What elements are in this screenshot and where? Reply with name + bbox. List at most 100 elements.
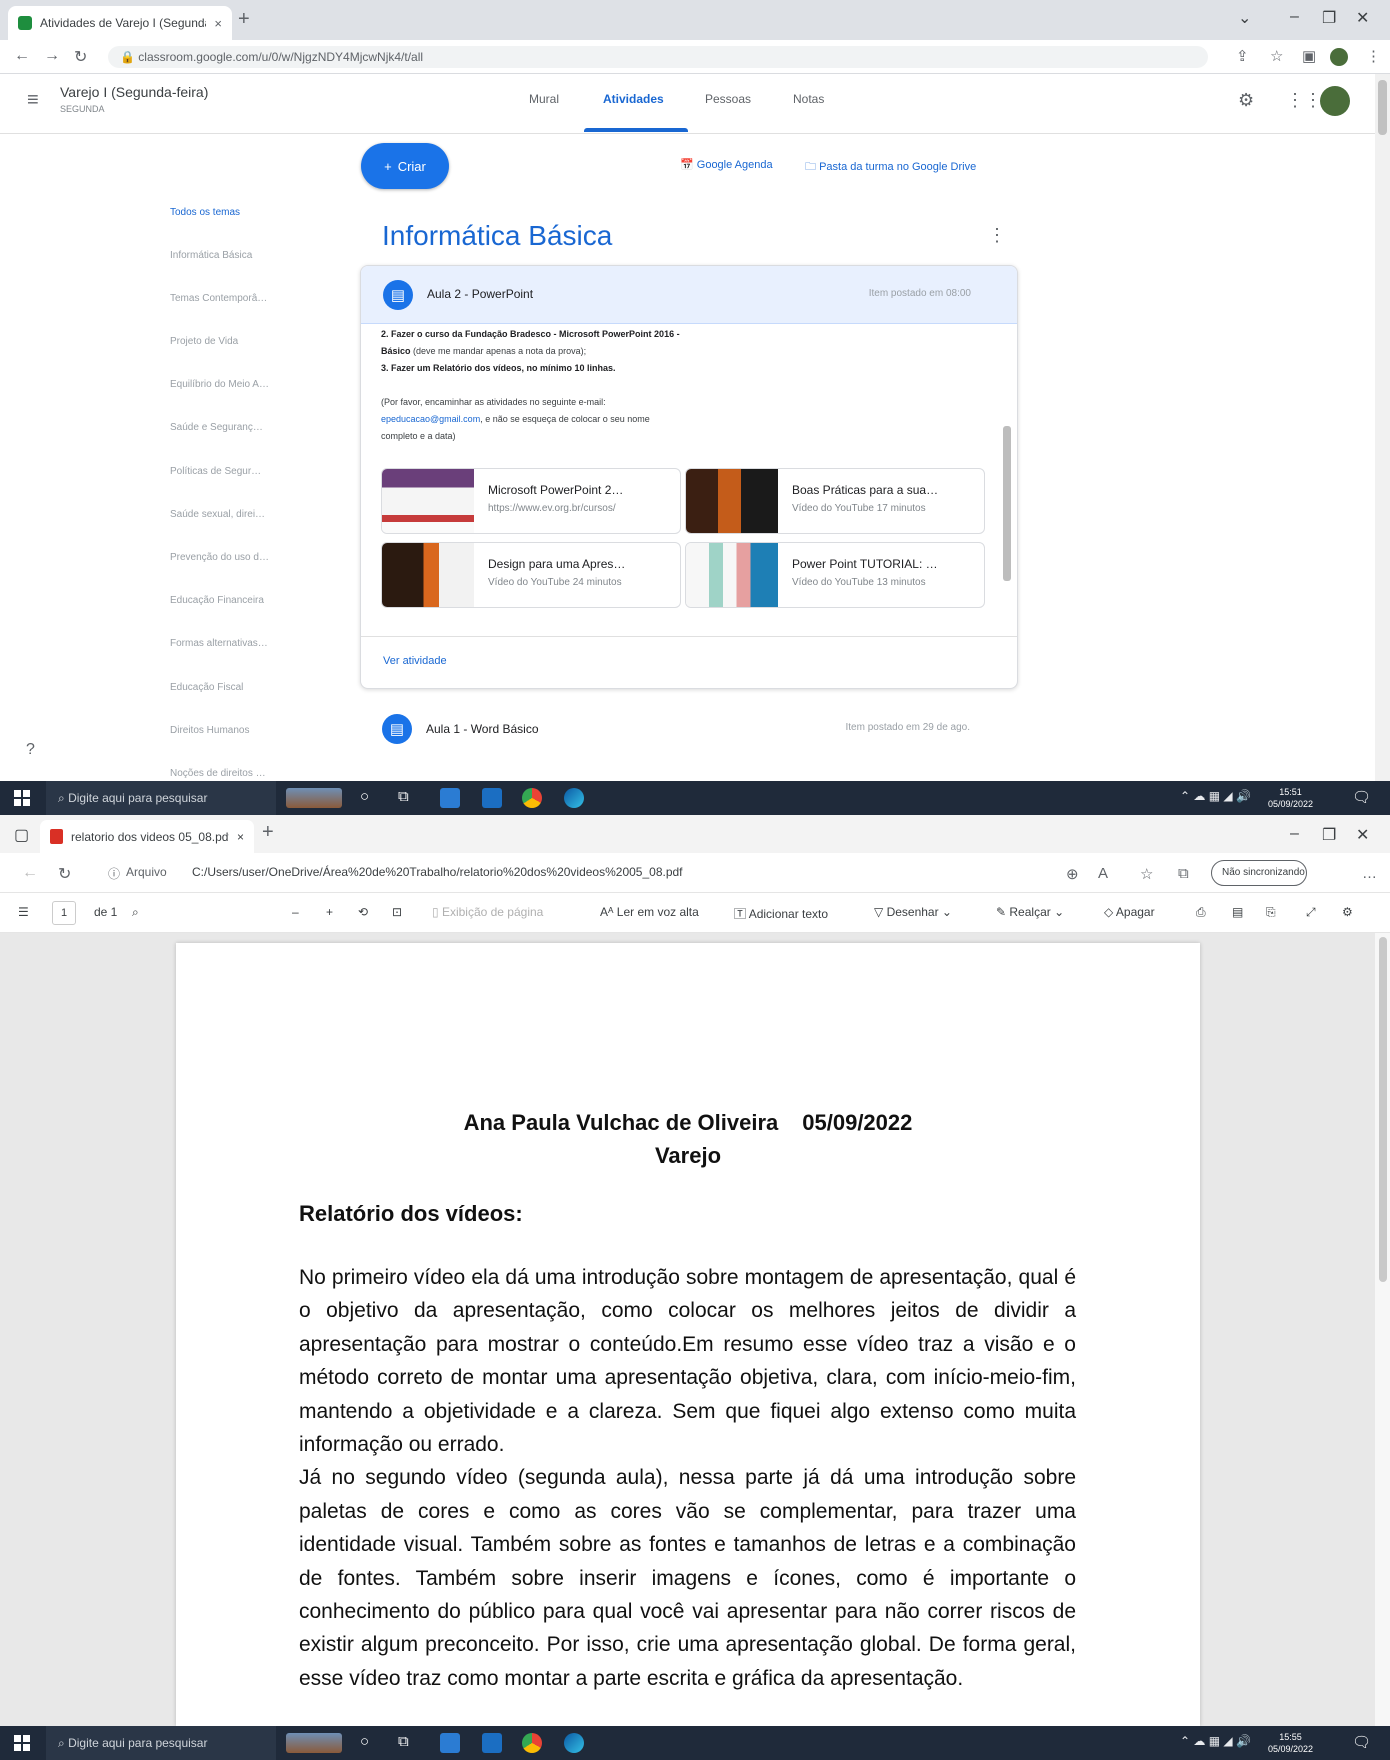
help-icon[interactable]: ? [26, 741, 35, 759]
page-scrollbar[interactable] [1375, 74, 1390, 781]
sidebar-item[interactable]: Informática Básica [170, 250, 252, 261]
description-scrollbar-thumb[interactable] [1003, 426, 1011, 581]
sidebar-item[interactable]: Políticas de Segur… [170, 466, 261, 477]
close-tab-icon[interactable]: × [237, 830, 244, 844]
sidebar-item[interactable]: Formas alternativas… [170, 638, 268, 649]
restore-icon[interactable]: ❐ [1322, 825, 1336, 845]
window-close-icon[interactable]: ✕ [1356, 8, 1369, 28]
new-tab-button[interactable]: + [262, 822, 274, 842]
find-icon[interactable]: ⌕ [132, 905, 139, 920]
task-view-icon[interactable]: ⧉ [398, 1733, 409, 1750]
favorites-star-icon[interactable]: ☆ [1140, 865, 1153, 883]
back-icon[interactable]: ← [14, 47, 30, 65]
file-explorer-icon[interactable] [440, 1733, 460, 1753]
drive-folder-link[interactable]: 🗀 Pasta da turma no Google Drive [805, 158, 976, 177]
read-aloud-button[interactable]: Aᴬ Ler em voz alta [600, 905, 699, 919]
zoom-out-icon[interactable]: – [292, 905, 299, 919]
taskbar-widget-icon[interactable] [286, 1733, 342, 1753]
sidebar-item[interactable]: Saúde e Seguranç… [170, 422, 263, 433]
taskbar-clock[interactable]: 15:51 05/09/2022 [1268, 786, 1313, 810]
notifications-icon[interactable]: 🗨 [1352, 1733, 1371, 1751]
print-icon[interactable]: ⎙ [1196, 905, 1206, 920]
new-tab-button[interactable]: + [238, 9, 250, 29]
edge-taskbar-icon[interactable] [564, 788, 584, 808]
create-button[interactable]: + Criar [361, 143, 449, 189]
sidebar-item[interactable]: Saúde sexual, direi… [170, 509, 265, 520]
tab-pessoas[interactable]: Pessoas [705, 92, 751, 106]
forward-icon[interactable]: → [44, 47, 60, 65]
email-link[interactable]: epeducacao@gmail.com [381, 414, 480, 424]
sidebar-item-all-topics[interactable]: Todos os temas [170, 207, 240, 218]
zoom-icon[interactable]: ⊕ [1066, 865, 1079, 883]
file-explorer-icon[interactable] [440, 788, 460, 808]
edge-taskbar-icon[interactable] [564, 1733, 584, 1753]
class-name[interactable]: Varejo I (Segunda-feira) [60, 84, 208, 100]
sidebar-item[interactable]: Prevenção do uso d… [170, 552, 269, 563]
windows-start-icon[interactable] [14, 790, 30, 806]
add-text-button[interactable]: 🅃 Adicionar texto [734, 905, 828, 922]
settings-more-icon[interactable]: … [1362, 865, 1377, 882]
attachment-video[interactable]: Power Point TUTORIAL: … Vídeo do YouTube… [685, 542, 985, 608]
task-view-icon[interactable]: ⧉ [398, 788, 409, 805]
profile-avatar[interactable] [1330, 48, 1348, 66]
browser-tab-classroom[interactable]: Atividades de Varejo I (Segunda … × [8, 6, 232, 40]
reload-icon[interactable]: ↻ [74, 47, 87, 67]
page-scrollbar-thumb[interactable] [1378, 80, 1387, 135]
attachment-link[interactable]: Microsoft PowerPoint 2… https://www.ev.o… [381, 468, 681, 534]
windows-start-icon[interactable] [14, 1735, 30, 1751]
tab-search-icon[interactable]: ⌄ [1238, 8, 1251, 28]
store-icon[interactable] [482, 788, 502, 808]
page-number-input[interactable]: 1 [52, 901, 76, 925]
close-tab-icon[interactable]: × [214, 16, 222, 31]
settings-gear-icon[interactable]: ⚙ [1238, 90, 1254, 111]
hamburger-menu-icon[interactable]: ≡ [27, 89, 39, 112]
sidebar-item[interactable]: Noções de direitos … [170, 768, 266, 779]
share-icon[interactable]: ⇪ [1236, 47, 1249, 65]
page-view-button[interactable]: ▯ Exibição de página [432, 905, 543, 919]
save-icon[interactable]: ▤ [1232, 905, 1243, 919]
taskbar-clock[interactable]: 15:55 05/09/2022 [1268, 1731, 1313, 1755]
tab-notas[interactable]: Notas [793, 92, 824, 106]
restore-icon[interactable]: ❐ [1322, 8, 1336, 28]
cortana-icon[interactable]: ○ [360, 1733, 369, 1750]
sidebar-item[interactable]: Equilíbrio do Meio A… [170, 379, 269, 390]
system-tray-icons[interactable]: ⌃ ☁ ▦ ◢ 🔊 [1180, 789, 1251, 803]
fit-page-icon[interactable]: ⊡ [392, 905, 402, 919]
tab-actions-icon[interactable]: ▢ [14, 825, 29, 845]
pdf-scrollbar-thumb[interactable] [1379, 937, 1387, 1282]
sidebar-item[interactable]: Projeto de Vida [170, 336, 238, 347]
chrome-taskbar-icon[interactable] [522, 1733, 542, 1753]
sidebar-item[interactable]: Educação Fiscal [170, 682, 243, 693]
read-aloud-icon[interactable]: A [1098, 865, 1108, 882]
bookmark-star-icon[interactable]: ☆ [1270, 47, 1283, 65]
highlight-button[interactable]: ✎ Realçar ⌄ [996, 905, 1064, 919]
contents-icon[interactable]: ☰ [18, 905, 29, 919]
account-avatar[interactable] [1320, 86, 1350, 116]
window-close-icon[interactable]: ✕ [1356, 825, 1369, 845]
chrome-menu-icon[interactable]: ⋮ [1366, 47, 1381, 65]
erase-button[interactable]: ◇ Apagar [1104, 905, 1155, 919]
save-as-icon[interactable]: ⎘ [1266, 905, 1276, 920]
attachment-video[interactable]: Design para uma Apres… Vídeo do YouTube … [381, 542, 681, 608]
assignment-row[interactable]: ▤ Aula 1 - Word Básico Item postado em 2… [360, 700, 1018, 760]
store-icon[interactable] [482, 1733, 502, 1753]
notifications-icon[interactable]: 🗨 [1352, 788, 1371, 806]
back-icon[interactable]: ← [22, 864, 38, 882]
google-calendar-link[interactable]: 📅 Google Agenda [680, 158, 773, 171]
minimize-icon[interactable]: – [1290, 8, 1299, 26]
tab-atividades[interactable]: Atividades [603, 92, 664, 106]
system-tray-icons[interactable]: ⌃ ☁ ▦ ◢ 🔊 [1180, 1734, 1251, 1748]
sidebar-item[interactable]: Educação Financeira [170, 595, 264, 606]
pdf-settings-icon[interactable]: ⚙ [1342, 905, 1353, 919]
draw-button[interactable]: ▽ Desenhar ⌄ [874, 905, 952, 919]
tab-mural[interactable]: Mural [529, 92, 559, 106]
info-icon[interactable]: ⓘ [108, 865, 120, 882]
taskbar-search-input[interactable]: ⌕ Digite aqui para pesquisar [46, 1726, 276, 1760]
sync-status-button[interactable]: Não sincronizando [1211, 860, 1307, 886]
sidebar-item[interactable]: Direitos Humanos [170, 725, 249, 736]
rotate-icon[interactable]: ⟲ [358, 905, 368, 919]
assignment-header[interactable]: ▤ Aula 2 - PowerPoint Item postado em 08… [361, 266, 1017, 324]
collections-icon[interactable]: ⧉ [1178, 865, 1189, 882]
taskbar-search-input[interactable]: ⌕ Digite aqui para pesquisar [46, 781, 276, 815]
url-input[interactable]: 🔒 classroom.google.com/u/0/w/NjgzNDY4Mjc… [108, 46, 1208, 68]
